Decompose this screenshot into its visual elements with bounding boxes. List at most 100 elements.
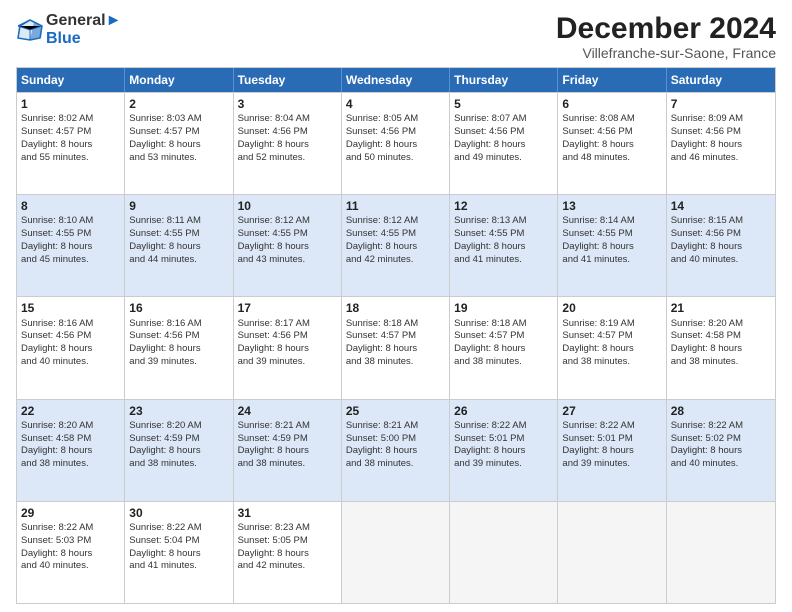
day-number: 16	[129, 300, 228, 316]
calendar-cell: 24Sunrise: 8:21 AMSunset: 4:59 PMDayligh…	[234, 400, 342, 501]
day-info-line: Daylight: 8 hours	[454, 139, 553, 152]
day-info-line: Sunrise: 8:22 AM	[562, 420, 661, 433]
logo-line2: Blue	[46, 30, 121, 48]
day-info-line: Sunset: 4:56 PM	[562, 126, 661, 139]
weekday-tuesday: Tuesday	[234, 68, 342, 92]
weekday-sunday: Sunday	[17, 68, 125, 92]
calendar-cell	[667, 502, 775, 603]
day-number: 30	[129, 505, 228, 521]
day-info-line: Sunset: 5:05 PM	[238, 535, 337, 548]
day-info-line: and 48 minutes.	[562, 152, 661, 165]
day-info-line: Sunrise: 8:12 AM	[346, 215, 445, 228]
calendar-cell: 6Sunrise: 8:08 AMSunset: 4:56 PMDaylight…	[558, 93, 666, 194]
weekday-saturday: Saturday	[667, 68, 775, 92]
day-info-line: Sunset: 4:59 PM	[129, 433, 228, 446]
day-info-line: Sunrise: 8:18 AM	[346, 318, 445, 331]
day-info-line: Sunset: 4:55 PM	[346, 228, 445, 241]
day-info-line: Sunrise: 8:18 AM	[454, 318, 553, 331]
day-info-line: Daylight: 8 hours	[129, 343, 228, 356]
calendar-cell: 19Sunrise: 8:18 AMSunset: 4:57 PMDayligh…	[450, 297, 558, 398]
day-number: 22	[21, 403, 120, 419]
day-info-line: Sunrise: 8:10 AM	[21, 215, 120, 228]
day-info-line: Daylight: 8 hours	[454, 445, 553, 458]
day-info-line: Sunset: 4:57 PM	[454, 330, 553, 343]
day-info-line: Sunset: 5:01 PM	[454, 433, 553, 446]
subtitle: Villefranche-sur-Saone, France	[556, 45, 776, 61]
day-info-line: Sunrise: 8:02 AM	[21, 113, 120, 126]
day-info-line: Sunset: 5:03 PM	[21, 535, 120, 548]
day-info-line: Sunset: 4:55 PM	[562, 228, 661, 241]
day-info-line: and 40 minutes.	[21, 356, 120, 369]
day-info-line: and 44 minutes.	[129, 254, 228, 267]
day-info-line: Daylight: 8 hours	[671, 445, 771, 458]
day-info-line: Sunrise: 8:21 AM	[346, 420, 445, 433]
calendar-row: 15Sunrise: 8:16 AMSunset: 4:56 PMDayligh…	[17, 296, 775, 398]
calendar-cell	[342, 502, 450, 603]
day-info-line: and 39 minutes.	[454, 458, 553, 471]
day-number: 20	[562, 300, 661, 316]
day-info-line: and 45 minutes.	[21, 254, 120, 267]
calendar-cell: 14Sunrise: 8:15 AMSunset: 4:56 PMDayligh…	[667, 195, 775, 296]
day-info-line: and 38 minutes.	[346, 356, 445, 369]
day-info-line: Sunrise: 8:19 AM	[562, 318, 661, 331]
day-number: 19	[454, 300, 553, 316]
calendar-cell: 30Sunrise: 8:22 AMSunset: 5:04 PMDayligh…	[125, 502, 233, 603]
calendar: Sunday Monday Tuesday Wednesday Thursday…	[16, 67, 776, 604]
calendar-row: 29Sunrise: 8:22 AMSunset: 5:03 PMDayligh…	[17, 501, 775, 603]
day-number: 4	[346, 96, 445, 112]
day-info-line: Sunset: 4:57 PM	[21, 126, 120, 139]
day-number: 25	[346, 403, 445, 419]
day-info-line: Daylight: 8 hours	[21, 139, 120, 152]
day-info-line: and 38 minutes.	[671, 356, 771, 369]
calendar-cell: 8Sunrise: 8:10 AMSunset: 4:55 PMDaylight…	[17, 195, 125, 296]
day-number: 6	[562, 96, 661, 112]
calendar-cell: 15Sunrise: 8:16 AMSunset: 4:56 PMDayligh…	[17, 297, 125, 398]
calendar-cell: 21Sunrise: 8:20 AMSunset: 4:58 PMDayligh…	[667, 297, 775, 398]
day-info-line: and 40 minutes.	[671, 458, 771, 471]
day-info-line: Daylight: 8 hours	[238, 139, 337, 152]
day-number: 13	[562, 198, 661, 214]
day-info-line: and 38 minutes.	[21, 458, 120, 471]
calendar-cell	[558, 502, 666, 603]
day-info-line: Daylight: 8 hours	[671, 241, 771, 254]
day-info-line: Daylight: 8 hours	[238, 548, 337, 561]
day-info-line: Sunset: 4:56 PM	[671, 228, 771, 241]
calendar-cell: 4Sunrise: 8:05 AMSunset: 4:56 PMDaylight…	[342, 93, 450, 194]
day-info-line: Sunset: 4:55 PM	[238, 228, 337, 241]
day-info-line: Sunrise: 8:22 AM	[129, 522, 228, 535]
day-info-line: Sunset: 5:02 PM	[671, 433, 771, 446]
day-info-line: Daylight: 8 hours	[346, 139, 445, 152]
calendar-cell: 1Sunrise: 8:02 AMSunset: 4:57 PMDaylight…	[17, 93, 125, 194]
calendar-cell: 9Sunrise: 8:11 AMSunset: 4:55 PMDaylight…	[125, 195, 233, 296]
day-info-line: Daylight: 8 hours	[562, 139, 661, 152]
calendar-cell: 20Sunrise: 8:19 AMSunset: 4:57 PMDayligh…	[558, 297, 666, 398]
day-info-line: and 38 minutes.	[346, 458, 445, 471]
day-info-line: Sunrise: 8:20 AM	[671, 318, 771, 331]
calendar-cell: 10Sunrise: 8:12 AMSunset: 4:55 PMDayligh…	[234, 195, 342, 296]
day-info-line: and 40 minutes.	[21, 560, 120, 573]
day-info-line: Sunrise: 8:22 AM	[671, 420, 771, 433]
day-info-line: Daylight: 8 hours	[21, 343, 120, 356]
day-info-line: Sunset: 4:55 PM	[454, 228, 553, 241]
weekday-thursday: Thursday	[450, 68, 558, 92]
day-info-line: Sunrise: 8:16 AM	[21, 318, 120, 331]
calendar-cell: 3Sunrise: 8:04 AMSunset: 4:56 PMDaylight…	[234, 93, 342, 194]
calendar-cell: 27Sunrise: 8:22 AMSunset: 5:01 PMDayligh…	[558, 400, 666, 501]
day-info-line: Sunset: 4:56 PM	[238, 126, 337, 139]
day-info-line: Sunset: 4:57 PM	[129, 126, 228, 139]
calendar-cell: 23Sunrise: 8:20 AMSunset: 4:59 PMDayligh…	[125, 400, 233, 501]
day-info-line: Sunrise: 8:09 AM	[671, 113, 771, 126]
calendar-body: 1Sunrise: 8:02 AMSunset: 4:57 PMDaylight…	[17, 92, 775, 603]
weekday-monday: Monday	[125, 68, 233, 92]
day-info-line: and 41 minutes.	[454, 254, 553, 267]
day-info-line: and 38 minutes.	[238, 458, 337, 471]
day-number: 15	[21, 300, 120, 316]
logo-icon	[16, 16, 44, 44]
calendar-cell: 31Sunrise: 8:23 AMSunset: 5:05 PMDayligh…	[234, 502, 342, 603]
day-info-line: Sunset: 4:56 PM	[129, 330, 228, 343]
day-number: 28	[671, 403, 771, 419]
day-info-line: Sunrise: 8:14 AM	[562, 215, 661, 228]
day-info-line: Sunset: 4:58 PM	[21, 433, 120, 446]
day-number: 21	[671, 300, 771, 316]
day-number: 17	[238, 300, 337, 316]
